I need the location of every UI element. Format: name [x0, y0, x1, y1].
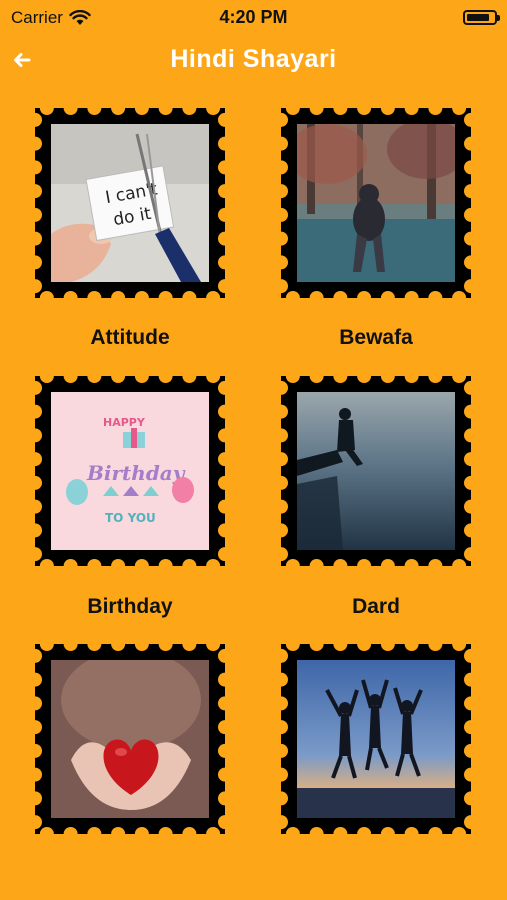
- status-bar: Carrier 4:20 PM: [0, 0, 507, 36]
- category-image: [297, 124, 455, 282]
- page-title: Hindi Shayari: [170, 45, 337, 73]
- category-image: [297, 392, 455, 550]
- category-image: [297, 660, 455, 818]
- battery-icon: [463, 10, 500, 25]
- category-tile-birthday[interactable]: HAPPY Birthday TO YOU: [35, 376, 225, 566]
- clock: 4:20 PM: [219, 7, 288, 27]
- category-tile-attitude[interactable]: I can't do it: [35, 108, 225, 298]
- navigation-bar: Hindi Shayari: [0, 36, 507, 84]
- card-text-happy: HAPPY: [103, 416, 146, 429]
- category-image: I can't do it: [51, 124, 209, 282]
- category-label-attitude[interactable]: Attitude: [35, 326, 225, 350]
- category-image: [51, 660, 209, 818]
- card-text-to-you: TO YOU: [105, 511, 156, 525]
- category-tile-friends[interactable]: [281, 644, 471, 834]
- category-tile-love[interactable]: [35, 644, 225, 834]
- category-image: HAPPY Birthday TO YOU: [51, 392, 209, 550]
- category-label-bewafa[interactable]: Bewafa: [281, 326, 471, 350]
- category-label-birthday[interactable]: Birthday: [35, 595, 225, 619]
- card-text-birthday: Birthday: [86, 461, 186, 485]
- category-tile-bewafa[interactable]: [281, 108, 471, 298]
- category-label-dard[interactable]: Dard: [281, 595, 471, 619]
- category-tile-dard[interactable]: [281, 376, 471, 566]
